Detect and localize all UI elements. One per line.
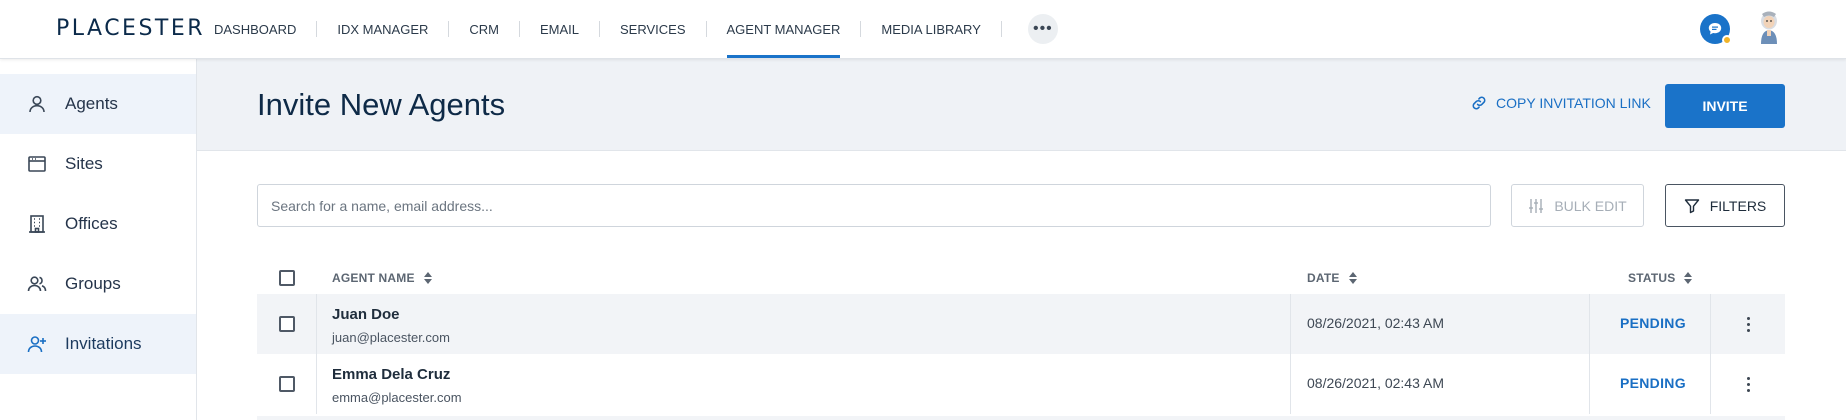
copy-invitation-link-label: COPY INVITATION LINK [1496,95,1651,111]
bulk-edit-button[interactable]: BULK EDIT [1511,184,1644,227]
browser-icon [26,153,48,175]
table-row[interactable]: Juan Doe juan@placester.com 08/26/2021, … [257,294,1785,354]
agent-name: Juan Doe [332,306,400,323]
filters-label: FILTERS [1709,197,1767,214]
sidebar-item-offices[interactable]: Offices [0,194,196,254]
building-icon [26,213,48,235]
page-header: Invite New Agents COPY INVITATION LINK I… [197,59,1846,151]
row-more-options-icon[interactable] [1740,312,1756,336]
bulk-edit-label: BULK EDIT [1554,197,1627,214]
sidebar-item-label: Offices [65,214,118,233]
column-divider [1589,294,1590,354]
more-menu-button[interactable]: ••• [1027,14,1058,44]
invite-button[interactable]: INVITE [1665,84,1785,128]
column-label: STATUS [1628,271,1676,285]
table-row[interactable]: Emma Dela Cruz emma@placester.com 08/26/… [257,354,1785,414]
chat-bubble-icon [1708,23,1722,35]
column-divider [1710,294,1711,354]
row-more-options-icon[interactable] [1740,372,1756,396]
sidebar-item-agents[interactable]: Agents [0,74,196,134]
sort-icon [1683,271,1693,285]
main-nav: DASHBOARD IDX MANAGER CRM EMAIL SERVICES… [214,0,1058,58]
page-title: Invite New Agents [257,87,506,122]
sort-icon [423,271,433,285]
user-avatar[interactable] [1756,10,1782,46]
top-navigation-bar: PLACESTER DASHBOARD IDX MANAGER CRM EMAI… [0,0,1846,59]
nav-services[interactable]: SERVICES [600,0,706,58]
link-icon [1472,96,1486,110]
sidebar-item-sites[interactable]: Sites [0,134,196,194]
sidebar-item-label: Groups [65,274,121,293]
status-badge: PENDING [1620,315,1686,331]
nav-divider [1000,21,1002,37]
filter-icon [1684,198,1699,213]
sliders-icon [1529,198,1544,213]
column-agent-name[interactable]: AGENT NAME [332,271,433,285]
column-label: AGENT NAME [332,271,415,285]
column-divider [1290,354,1291,414]
row-checkbox[interactable] [279,376,295,392]
sidebar-item-label: Agents [65,94,118,113]
nav-agent-manager[interactable]: AGENT MANAGER [707,0,861,58]
sidebar-item-label: Invitations [65,334,142,353]
column-divider [1710,354,1711,414]
copy-invitation-link-button[interactable]: COPY INVITATION LINK [1471,95,1651,111]
invite-date: 08/26/2021, 02:43 AM [1307,315,1444,331]
status-badge: PENDING [1620,375,1686,391]
nav-media-library[interactable]: MEDIA LIBRARY [861,0,1000,58]
column-status[interactable]: STATUS [1628,271,1693,285]
table-row-partial [257,416,1785,420]
users-icon [26,273,48,295]
chat-button[interactable] [1700,14,1732,45]
column-divider [316,354,317,414]
column-label: DATE [1307,271,1340,285]
sidebar: Agents Sites Offices Groups Invitations [0,59,197,420]
sidebar-item-label: Sites [65,154,103,173]
agent-name: Emma Dela Cruz [332,366,451,383]
agent-email: juan@placester.com [332,330,450,345]
nav-dashboard[interactable]: DASHBOARD [214,0,316,58]
user-plus-icon [26,333,48,355]
sort-icon [1348,271,1358,285]
invite-date: 08/26/2021, 02:43 AM [1307,375,1444,391]
ellipsis-icon: ••• [1032,20,1053,37]
column-date[interactable]: DATE [1307,271,1358,285]
column-divider [1290,294,1291,354]
sidebar-item-invitations[interactable]: Invitations [0,314,196,374]
nav-idx-manager[interactable]: IDX MANAGER [317,0,448,58]
sidebar-item-groups[interactable]: Groups [0,254,196,314]
select-all-checkbox[interactable] [279,270,295,286]
column-divider [316,294,317,354]
user-icon [26,93,48,115]
search-input[interactable] [257,184,1491,227]
column-divider [1589,354,1590,414]
agent-email: emma@placester.com [332,390,462,405]
nav-email[interactable]: EMAIL [520,0,599,58]
placester-logo[interactable]: PLACESTER [56,16,205,41]
filters-button[interactable]: FILTERS [1665,184,1785,227]
table-header: AGENT NAME DATE STATUS [257,263,1785,295]
row-checkbox[interactable] [279,316,295,332]
nav-crm[interactable]: CRM [449,0,519,58]
notification-dot [1722,35,1732,45]
